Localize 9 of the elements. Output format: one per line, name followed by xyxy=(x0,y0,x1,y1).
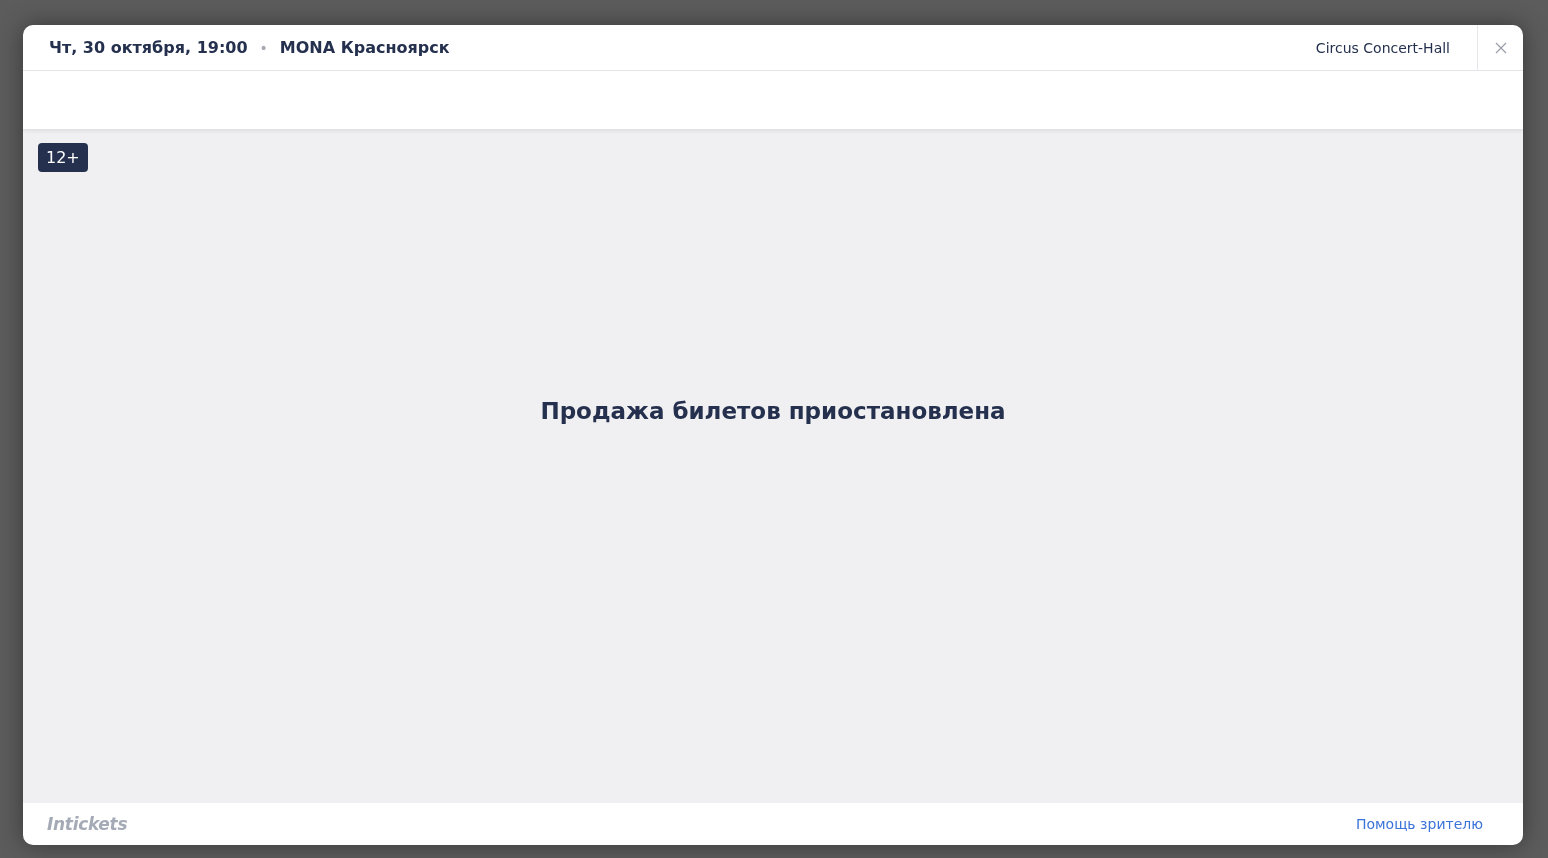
event-date: Чт, 30 октября, 19:00 xyxy=(49,38,248,57)
brand-logo: Intickets xyxy=(47,814,128,834)
status-message: Продажа билетов приостановлена xyxy=(540,397,1006,424)
venue-name: Circus Concert-Hall xyxy=(1315,39,1451,56)
event-title: MONA Красноярск xyxy=(279,38,450,57)
close-icon xyxy=(1494,41,1507,54)
help-link[interactable]: Помощь зрителю xyxy=(1355,816,1483,832)
separator-dot: • xyxy=(259,39,268,56)
age-rating: 12+ xyxy=(38,143,88,172)
